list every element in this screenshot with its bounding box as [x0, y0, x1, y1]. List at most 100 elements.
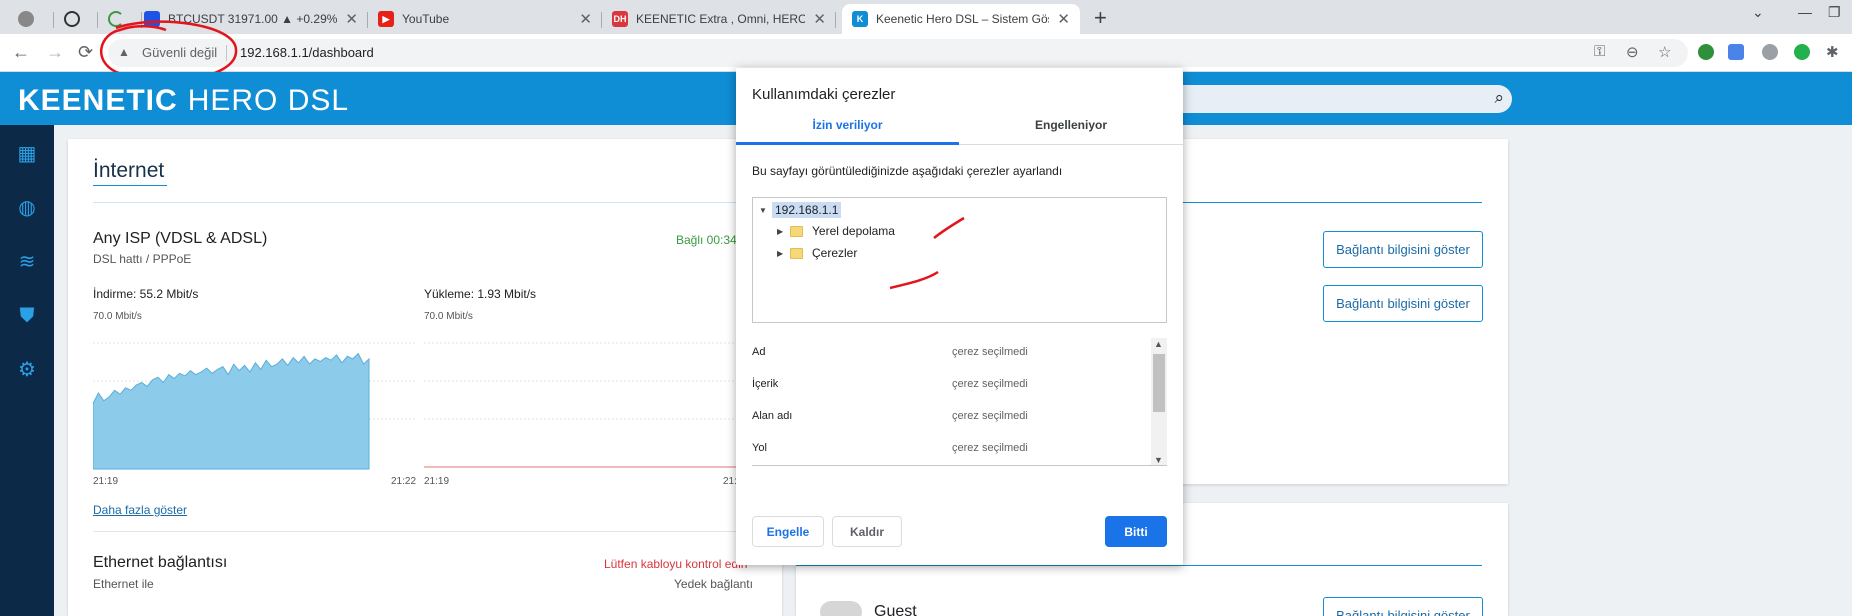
browser-toolbar: ← → ⟳ ▲ Güvenli değil 192.168.1.1/dashbo… [0, 34, 1852, 72]
download-chart [93, 342, 417, 470]
tab-title: YouTube [402, 12, 450, 26]
tree-item-local-storage[interactable]: ▶ Yerel depolama [777, 224, 895, 238]
logo-model: HERO DSL [187, 84, 350, 117]
wifi-icon[interactable]: ≋ [16, 251, 38, 273]
scroll-down-icon[interactable]: ▼ [1154, 455, 1163, 465]
upload-scale: 70.0 Mbit/s [424, 311, 473, 322]
youtube-icon: ▶ [378, 11, 394, 27]
guest-toggle[interactable] [820, 601, 862, 616]
tree-root[interactable]: ▼ 192.168.1.1 [759, 202, 842, 218]
time-label: 21:19 [93, 476, 119, 487]
red-annotation-marks [889, 216, 965, 290]
dialog-title: Kullanımdaki çerezler [752, 86, 896, 103]
zoom-icon[interactable]: ⊖ [1626, 43, 1639, 61]
address-bar[interactable]: ▲ Güvenli değil 192.168.1.1/dashboard [108, 39, 1688, 67]
download-scale: 70.0 Mbit/s [93, 311, 142, 322]
property-label: Yol [752, 442, 767, 454]
internet-card: İnternet Any ISP (VDSL & ADSL) DSL hattı… [68, 139, 782, 616]
cookies-dialog: Kullanımdaki çerezler İzin veriliyor Eng… [736, 68, 1183, 565]
key-icon[interactable]: ⚿ [1594, 43, 1605, 60]
show-connection-info-button[interactable]: Bağlantı bilgisini göster [1323, 231, 1483, 268]
property-label: Ad [752, 346, 766, 358]
active-tab-indicator [736, 142, 959, 145]
tab-0[interactable] [8, 4, 54, 34]
close-icon[interactable]: ✕ [813, 10, 826, 28]
extension-icon[interactable] [1762, 44, 1778, 60]
close-icon[interactable]: ✕ [579, 10, 592, 28]
close-icon[interactable]: ✕ [1057, 10, 1070, 28]
page-title: İnternet [93, 159, 165, 182]
extension-globe-icon[interactable] [1698, 44, 1714, 60]
tree-item-cookies[interactable]: ▶ Çerezler [777, 246, 857, 260]
show-connection-info-button[interactable]: Bağlantı bilgisini göster [1323, 285, 1483, 322]
collapsed-arrow-icon[interactable]: ▶ [777, 249, 785, 258]
keenetic-logo: KEENETIC HERO DSL [18, 84, 349, 118]
dashboard-icon[interactable]: ▦ [16, 143, 38, 165]
divider [93, 531, 758, 532]
isp-name: Any ISP (VDSL & ADSL) [93, 230, 268, 247]
tree-item-label: Çerezler [812, 246, 858, 260]
scrollbar[interactable]: ▲ ▼ [1151, 338, 1167, 465]
gear-icon[interactable]: ⚙ [16, 359, 38, 381]
expanded-arrow-icon[interactable]: ▼ [759, 206, 767, 215]
tab-youtube[interactable]: ▶ YouTube ✕ [368, 4, 602, 34]
folder-icon [790, 247, 803, 259]
ethernet-warning: Lütfen kabloyu kontrol edin [604, 557, 748, 571]
tab-keenetic-extra[interactable]: DH KEENETIC Extra , Omni, HERO DSL ✕ [602, 4, 836, 34]
divider [796, 565, 1482, 566]
upload-chart [424, 342, 754, 468]
tree-item-label: Yerel depolama [812, 224, 895, 238]
translate-icon[interactable] [1728, 44, 1744, 60]
tab-1[interactable] [54, 4, 98, 34]
tab-title: KEENETIC Extra , Omni, HERO DSL [636, 12, 806, 26]
globe-icon[interactable]: ◍ [16, 197, 38, 219]
extension-power-icon[interactable] [1794, 44, 1810, 60]
search-input[interactable]: ⌕ [1160, 85, 1512, 113]
done-button[interactable]: Bitti [1105, 516, 1167, 547]
close-icon[interactable]: ✕ [345, 10, 358, 28]
ethernet-title: Ethernet bağlantısı [93, 554, 228, 571]
tab-title: Keenetic Hero DSL – Sistem Göste [876, 12, 1050, 26]
backup-connection: Yedek bağlantı [674, 577, 753, 591]
status-badge: Bağlı 00:34 [676, 233, 737, 247]
property-label: Alan adı [752, 410, 793, 422]
new-tab-button[interactable]: + [1094, 5, 1107, 31]
show-more-link[interactable]: Daha fazla göster [93, 503, 187, 517]
browser-tab-strip: BTCUSDT 31971.00 ▲ +0.29% btc ✕ ▶ YouTub… [0, 0, 1852, 34]
globe-icon [18, 11, 34, 27]
maximize-button[interactable]: ❐ [1828, 4, 1841, 21]
tab-keenetic-hero[interactable]: K Keenetic Hero DSL – Sistem Göste ✕ [842, 4, 1080, 34]
tab-search-icon[interactable]: ⌄ [1752, 4, 1764, 21]
shield-icon[interactable]: ⛊ [16, 305, 38, 327]
back-button[interactable]: ← [12, 42, 30, 63]
scroll-up-icon[interactable]: ▲ [1154, 339, 1163, 349]
ethernet-sub: Ethernet ile [93, 577, 154, 591]
show-connection-info-button[interactable]: Bağlantı bilgisini göster [1323, 597, 1483, 616]
tab-allowed[interactable]: İzin veriliyor [736, 118, 959, 138]
property-value: çerez seçilmedi [952, 378, 1028, 390]
property-value: çerez seçilmedi [952, 346, 1028, 358]
url-text[interactable]: 192.168.1.1/dashboard [240, 45, 374, 60]
upload-speed: Yükleme: 1.93 Mbit/s [424, 287, 537, 301]
puzzle-icon[interactable]: ✱ [1826, 43, 1839, 61]
dialog-description: Bu sayfayı görüntülediğinizde aşağıdaki … [752, 164, 1063, 178]
logo-brand: KEENETIC [18, 84, 178, 117]
block-button[interactable]: Engelle [752, 516, 824, 547]
folder-icon [790, 225, 803, 237]
search-icon[interactable]: ⌕ [1494, 88, 1504, 108]
divider [93, 202, 782, 203]
isp-type: DSL hattı / PPPoE [93, 252, 192, 266]
time-label: 21:19 [424, 476, 450, 487]
tree-root-label: 192.168.1.1 [772, 202, 842, 218]
forward-button[interactable]: → [46, 42, 64, 63]
tab-blocked[interactable]: Engelleniyor [959, 118, 1183, 138]
bookmark-star-icon[interactable]: ☆ [1658, 43, 1671, 61]
remove-button[interactable]: Kaldır [832, 516, 902, 547]
reload-button[interactable]: ⟳ [78, 42, 93, 63]
property-value: çerez seçilmedi [952, 410, 1028, 422]
collapsed-arrow-icon[interactable]: ▶ [777, 227, 785, 236]
cookie-properties: Ad çerez seçilmedi İçerik çerez seçilmed… [752, 338, 1167, 466]
minimize-button[interactable]: — [1798, 4, 1812, 20]
scrollbar-thumb[interactable] [1153, 354, 1165, 412]
title-underline [93, 185, 167, 186]
